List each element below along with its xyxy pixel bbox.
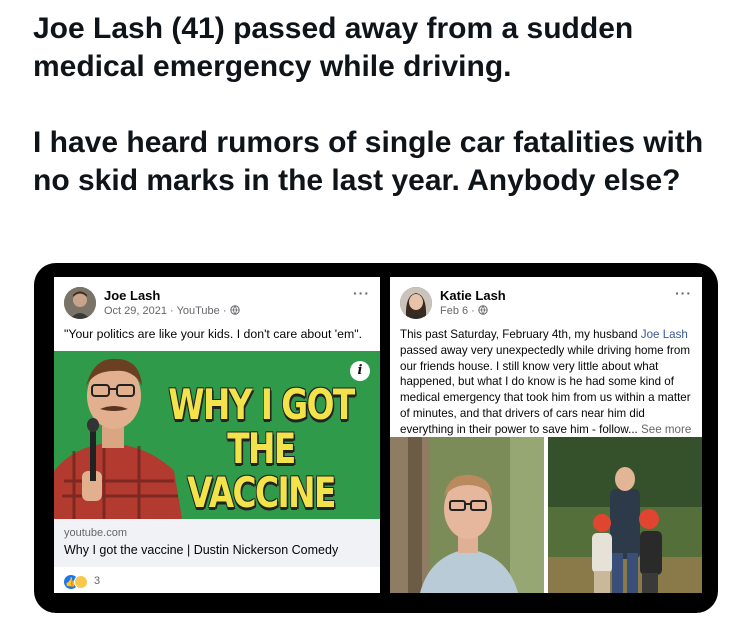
- author-name[interactable]: Katie Lash: [440, 288, 506, 303]
- tweet-line-2: I have heard rumors of single car fatali…: [33, 126, 704, 197]
- post-header: Joe Lash Oct 29, 2021 · YouTube · ···: [64, 285, 370, 321]
- info-icon[interactable]: i: [350, 361, 370, 381]
- link-title[interactable]: Why I got the vaccine | Dustin Nickerson…: [64, 543, 338, 557]
- avatar-photo: [400, 287, 432, 319]
- avatar[interactable]: [400, 287, 432, 319]
- more-options-icon[interactable]: ···: [353, 285, 370, 301]
- post-date-source[interactable]: Oct 29, 2021 · YouTube ·: [104, 305, 230, 317]
- post-meta: Feb 6 ·: [440, 305, 488, 317]
- post-photo-1[interactable]: [390, 437, 544, 593]
- tweet-media-image[interactable]: Joe Lash Oct 29, 2021 · YouTube · ··· "Y…: [34, 263, 718, 613]
- post-body: This past Saturday, February 4th, my hus…: [400, 327, 696, 438]
- facebook-post-katie-lash: Katie Lash Feb 6 · ··· This past Saturda…: [390, 277, 702, 593]
- link-domain: youtube.com: [64, 527, 127, 539]
- thumbnail-title: WHY I GOT THE VACCINE: [168, 380, 355, 517]
- globe-icon: [229, 305, 240, 315]
- post-photo-2[interactable]: [548, 437, 702, 593]
- reaction-count: 3: [94, 575, 101, 587]
- post-meta: Oct 29, 2021 · YouTube ·: [104, 305, 240, 317]
- portrait-photo: [390, 437, 544, 593]
- facebook-post-joe-lash: Joe Lash Oct 29, 2021 · YouTube · ··· "Y…: [54, 277, 380, 593]
- more-options-icon[interactable]: ···: [675, 285, 692, 301]
- avatar-photo: [64, 287, 96, 319]
- video-thumbnail[interactable]: i WHY I GOT THE VACCINE: [54, 351, 380, 519]
- mention-link[interactable]: Joe Lash: [641, 328, 688, 341]
- see-more-link[interactable]: See more: [641, 423, 691, 436]
- tweet-text: Joe Lash (41) passed away from a sudden …: [33, 10, 723, 200]
- post-body-start: This past Saturday, February 4th, my hus…: [400, 328, 641, 341]
- post-date[interactable]: Feb 6 ·: [440, 305, 478, 317]
- post-header: Katie Lash Feb 6 · ···: [400, 285, 692, 321]
- link-preview[interactable]: youtube.com Why I got the vaccine | Dust…: [54, 519, 380, 567]
- family-photo: [548, 437, 702, 593]
- author-name[interactable]: Joe Lash: [104, 288, 160, 303]
- globe-icon: [478, 305, 488, 315]
- avatar[interactable]: [64, 287, 96, 319]
- haha-reaction-icon: [74, 575, 88, 589]
- tweet-line-1: Joe Lash (41) passed away from a sudden …: [33, 12, 634, 83]
- post-caption: "Your politics are like your kids. I don…: [64, 327, 362, 341]
